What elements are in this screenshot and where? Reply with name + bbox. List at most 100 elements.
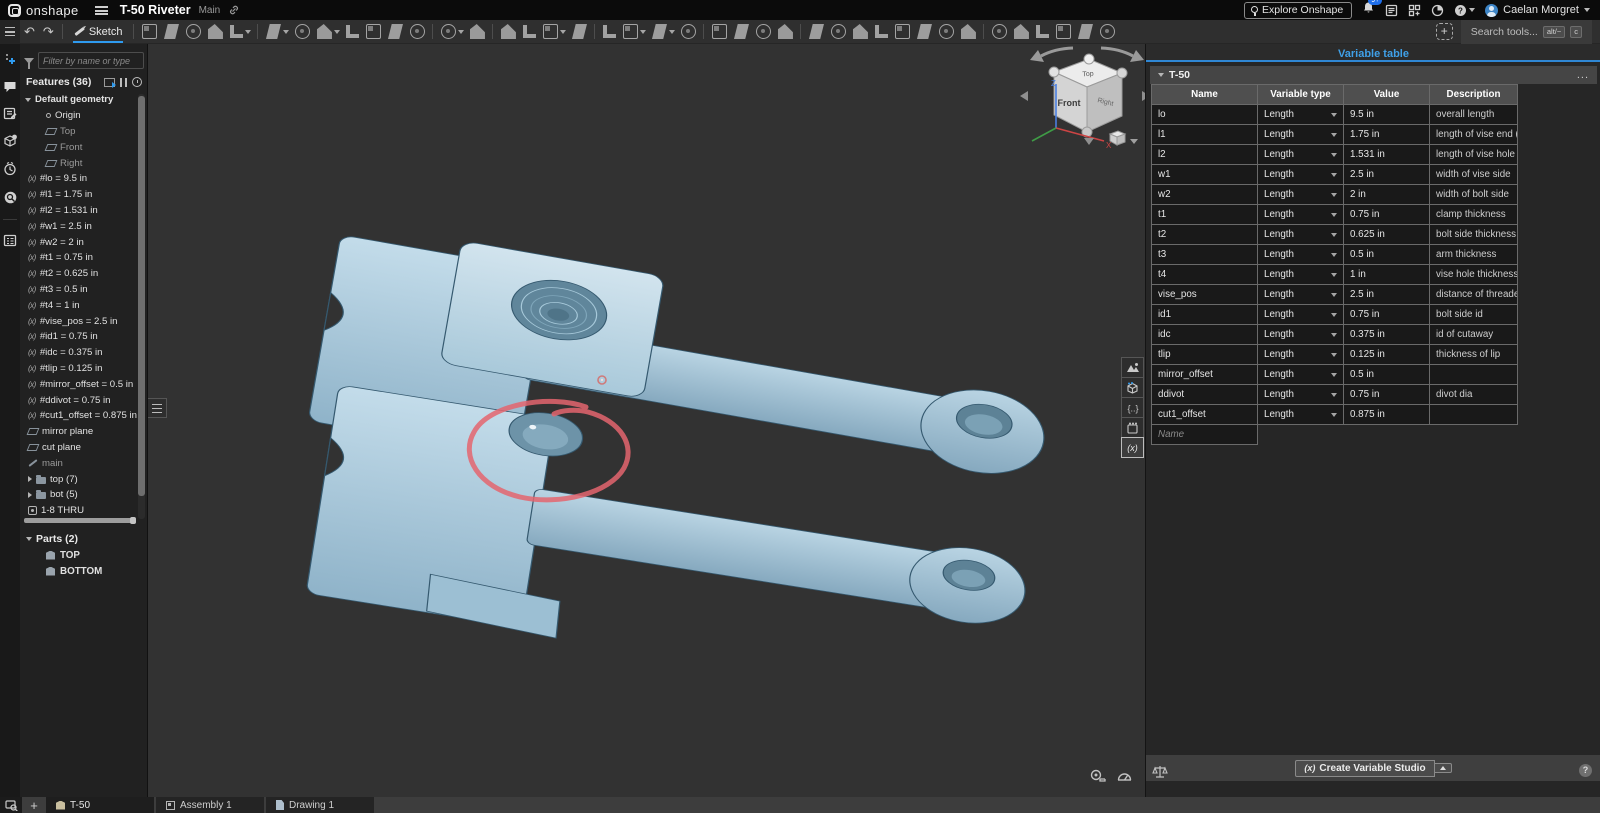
variable-type-cell[interactable]: Length <box>1257 124 1344 145</box>
feature-tree-item[interactable]: (x)#vise_pos = 2.5 in <box>20 313 139 329</box>
help-menu[interactable]: ? <box>1454 4 1475 17</box>
edit-notes-icon[interactable] <box>3 107 17 120</box>
comments-icon[interactable] <box>3 80 17 93</box>
feature-list-toggle[interactable] <box>0 20 20 44</box>
graphics-viewport[interactable]: Top Front Right Z X <box>148 44 1145 797</box>
section-menu-button[interactable]: ... <box>1577 69 1589 81</box>
feature-tree-item[interactable]: (x)#l1 = 1.75 in <box>20 187 139 203</box>
variable-name-cell[interactable]: vise_pos <box>1151 284 1258 305</box>
dropdown-caret-icon[interactable] <box>1331 213 1337 217</box>
feature-tree-item[interactable]: (x)#idc = 0.375 in <box>20 345 139 361</box>
variable-name-cell[interactable]: cut1_offset <box>1151 404 1258 425</box>
dropdown-caret-icon[interactable] <box>1331 133 1337 137</box>
feature-tree-item[interactable]: (x)#t2 = 0.625 in <box>20 266 139 282</box>
enclose-icon[interactable] <box>366 24 381 39</box>
feature-tree-item[interactable]: (x)#t1 = 0.75 in <box>20 250 139 266</box>
feature-tree-item[interactable]: Default geometry <box>20 92 139 108</box>
notifications-button[interactable]: 9+ <box>1362 1 1375 19</box>
feature-tree-item[interactable]: cut plane <box>20 440 139 456</box>
document-tab-t-50[interactable]: T-50 <box>46 797 156 813</box>
tab-manager-button[interactable] <box>0 797 22 813</box>
variable-description-cell[interactable]: thickness of lip <box>1429 344 1518 365</box>
extrude-surface-icon[interactable] <box>317 24 332 39</box>
feature-tree-item[interactable]: (x)#lo = 9.5 in <box>20 171 139 187</box>
named-views-icon[interactable] <box>1121 377 1144 398</box>
dropdown-caret-icon[interactable] <box>1331 393 1337 397</box>
scrollbar-thumb[interactable] <box>138 96 145 496</box>
feature-list-flyout-handle[interactable] <box>148 398 167 418</box>
variable-name-cell[interactable]: t1 <box>1151 204 1258 225</box>
document-tab-assembly-1[interactable]: Assembly 1 <box>156 797 266 813</box>
variable-name-cell[interactable]: w1 <box>1151 164 1258 185</box>
variable-type-cell[interactable]: Length <box>1257 164 1344 185</box>
variable-type-cell[interactable]: Length <box>1257 184 1344 205</box>
project-curve-icon[interactable] <box>895 24 910 39</box>
view-options-cube-icon[interactable] <box>1110 131 1138 145</box>
variable-name-cell[interactable]: t3 <box>1151 244 1258 265</box>
variable-value-cell[interactable]: 1.75 in <box>1343 124 1430 145</box>
document-tab-drawing-1[interactable]: Drawing 1 <box>266 797 376 813</box>
sheet-metal-icon[interactable] <box>1056 24 1071 39</box>
copy-icon[interactable] <box>142 24 157 39</box>
part-list-item[interactable]: BOTTOM <box>20 563 139 579</box>
variable-type-cell[interactable]: Length <box>1257 284 1344 305</box>
variable-value-cell[interactable]: 1.531 in <box>1343 144 1430 165</box>
dropdown-caret-icon[interactable] <box>1331 333 1337 337</box>
feature-tree-item[interactable]: mirror plane <box>20 424 139 440</box>
tape-measure-icon[interactable] <box>1089 769 1106 783</box>
feature-tree-item[interactable]: (x)#w1 = 2.5 in <box>20 218 139 234</box>
variable-type-cell[interactable]: Length <box>1257 224 1344 245</box>
variable-type-cell[interactable]: Length <box>1257 144 1344 165</box>
variable-description-cell[interactable]: vise hole thickness <box>1429 264 1518 285</box>
point-icon[interactable] <box>853 24 868 39</box>
part-list-item[interactable]: TOP <box>20 547 139 563</box>
feature-tree-item[interactable]: 1-8 THRU <box>20 503 139 519</box>
display-states-icon[interactable] <box>1121 417 1144 438</box>
redo-button[interactable]: ↷ <box>43 24 54 40</box>
delete-part-icon[interactable] <box>681 24 696 39</box>
variable-value-cell[interactable]: 0.5 in <box>1343 364 1430 385</box>
dropdown-caret-icon[interactable] <box>458 30 464 34</box>
app-store-icon[interactable] <box>1408 4 1421 17</box>
sweep-icon[interactable] <box>186 24 201 39</box>
new-variable-row[interactable]: Name <box>1152 425 1518 445</box>
dropdown-caret-icon[interactable] <box>334 30 340 34</box>
rollback-bar[interactable] <box>24 518 136 523</box>
circular-pattern-icon[interactable] <box>572 24 587 39</box>
dropdown-caret-icon[interactable] <box>1331 233 1337 237</box>
variable-description-cell[interactable]: width of bolt side <box>1429 184 1518 205</box>
feature-tree-item[interactable]: (x)#ddivot = 0.75 in <box>20 392 139 408</box>
variable-type-cell[interactable]: Length <box>1257 204 1344 225</box>
revolve-icon[interactable] <box>164 24 179 39</box>
feature-tree-item[interactable]: main <box>20 455 139 471</box>
explore-onshape-button[interactable]: Explore Onshape <box>1244 2 1352 19</box>
model-help-icon[interactable] <box>3 134 18 148</box>
trim-curve-icon[interactable] <box>992 24 1007 39</box>
resource-center-icon[interactable] <box>1431 4 1444 17</box>
onshape-logo-icon[interactable] <box>8 4 21 17</box>
variable-description-cell[interactable] <box>1429 364 1518 385</box>
feature-scrollbar[interactable] <box>138 94 145 519</box>
variable-type-cell[interactable]: Length <box>1257 324 1344 345</box>
measure-icon[interactable] <box>1100 24 1115 39</box>
scale-icon[interactable] <box>1152 765 1168 779</box>
release-notes-icon[interactable] <box>1385 4 1398 17</box>
variable-description-cell[interactable]: length of vise hole s... <box>1429 144 1518 165</box>
dropdown-caret-icon[interactable] <box>245 30 251 34</box>
feature-tree-item[interactable]: Top <box>20 124 139 140</box>
variable-description-cell[interactable]: bolt side thickness <box>1429 224 1518 245</box>
variable-type-cell[interactable]: Length <box>1257 404 1344 425</box>
variable-type-cell[interactable]: Length <box>1257 344 1344 365</box>
flange-icon[interactable] <box>1078 24 1093 39</box>
thicken-icon[interactable] <box>346 25 359 38</box>
feature-dialog-icon[interactable] <box>104 78 115 87</box>
dropdown-caret-icon[interactable] <box>1331 113 1337 117</box>
variable-name-cell[interactable]: lo <box>1151 104 1258 125</box>
variable-type-cell[interactable]: Length <box>1257 304 1344 325</box>
feature-filter-input[interactable] <box>38 52 144 69</box>
feature-tree-item[interactable]: (x)#cut1_offset = 0.875 in <box>20 408 139 424</box>
offset-surface-icon[interactable] <box>778 24 793 39</box>
suspend-rebuild-icon[interactable] <box>120 78 127 87</box>
variable-type-cell[interactable]: Length <box>1257 384 1344 405</box>
feature-tree-item[interactable]: top (7) <box>20 471 139 487</box>
